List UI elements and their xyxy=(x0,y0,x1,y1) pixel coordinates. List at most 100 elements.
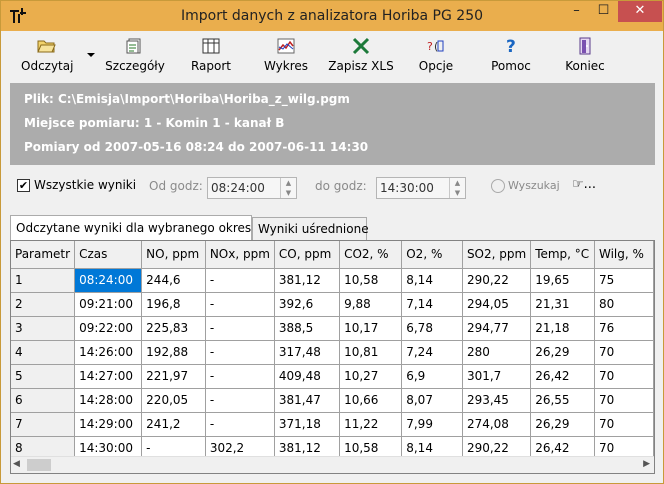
read-dropdown-arrow-icon[interactable] xyxy=(87,53,95,57)
table-row[interactable]: 4 14:26:00 192,88-317,48 10,81 7,24 280 26,29 7… xyxy=(11,340,654,365)
table-cell[interactable]: 274,08 xyxy=(462,412,532,437)
report-button[interactable]: Raport xyxy=(188,37,234,79)
table-cell[interactable]: 76 xyxy=(594,316,654,341)
table-cell[interactable]: - xyxy=(205,316,275,341)
table-cell[interactable]: 192,88 xyxy=(141,340,206,365)
all-results-checkbox[interactable]: ✔ xyxy=(17,179,30,192)
table-cell[interactable]: 70 xyxy=(594,364,654,389)
table-cell[interactable]: 6,78 xyxy=(401,316,463,341)
table-cell[interactable]: 70 xyxy=(594,340,654,365)
table-cell[interactable]: 294,77 xyxy=(462,316,532,341)
column-header[interactable]: Temp, °C xyxy=(530,241,595,269)
spin-up-icon[interactable]: ▲ xyxy=(450,178,465,188)
table-cell[interactable]: 225,83 xyxy=(141,316,206,341)
table-row[interactable]: 6 14:28:00 220,05-381,47 10,66 8,07 293,45 26,… xyxy=(11,388,654,413)
table-cell[interactable]: 26,29 xyxy=(530,412,595,437)
table-cell[interactable]: 26,29 xyxy=(530,340,595,365)
table-cell[interactable]: 70 xyxy=(594,388,654,413)
spin-down-icon[interactable]: ▼ xyxy=(450,188,465,198)
table-cell[interactable]: 26,42 xyxy=(530,364,595,389)
table-cell[interactable]: 6,9 xyxy=(401,364,463,389)
table-cell[interactable]: 14:28:00 xyxy=(74,388,143,413)
table-cell[interactable]: 09:22:00 xyxy=(74,316,143,341)
maximize-button[interactable]: ☐ xyxy=(590,1,617,22)
options-button[interactable]: ? ( Opcje xyxy=(413,37,459,79)
column-header[interactable]: Czas xyxy=(74,241,143,269)
column-header[interactable]: SO2, ppm xyxy=(462,241,532,269)
table-cell[interactable]: - xyxy=(205,340,275,365)
table-cell[interactable]: 10,17 xyxy=(339,316,403,341)
exit-button[interactable]: Koniec xyxy=(562,37,608,79)
table-cell[interactable]: 14:29:00 xyxy=(74,412,143,437)
table-cell[interactable]: 371,18 xyxy=(274,412,341,437)
to-time-spinner[interactable]: ▲ ▼ xyxy=(449,178,465,198)
chart-button[interactable]: Wykres xyxy=(261,37,311,79)
table-cell[interactable]: 9,88 xyxy=(339,292,403,317)
tab-read-results[interactable]: Odczytane wyniki dla wybranego okresu xyxy=(10,215,259,240)
scroll-left-icon[interactable]: ◀ xyxy=(13,459,20,469)
details-button[interactable]: Szczegóły xyxy=(105,37,165,79)
table-cell[interactable]: 19,65 xyxy=(530,268,595,293)
from-time-spinner[interactable]: ▲ ▼ xyxy=(280,178,296,198)
table-cell[interactable]: 294,05 xyxy=(462,292,532,317)
row-header-cell[interactable]: 7 xyxy=(11,412,76,437)
table-cell[interactable]: 392,6 xyxy=(274,292,341,317)
row-header-cell[interactable]: 4 xyxy=(11,340,76,365)
table-cell[interactable]: 7,24 xyxy=(401,340,463,365)
table-cell[interactable]: 26,55 xyxy=(530,388,595,413)
save-xls-button[interactable]: Zapisz XLS xyxy=(325,37,397,79)
table-cell[interactable]: 280 xyxy=(462,340,532,365)
minimize-button[interactable]: – xyxy=(563,1,590,22)
to-time-input[interactable]: 14:30:00 ▲ ▼ xyxy=(376,177,466,199)
table-cell[interactable]: - xyxy=(205,292,275,317)
table-row[interactable]: 7 14:29:00 241,2-371,18 11,22 7,99 274,08 26,2… xyxy=(11,412,654,437)
table-row[interactable]: 2 09:21:00 196,8-392,6 9,88 7,14 294,05 21,31 8… xyxy=(11,292,654,317)
table-cell[interactable]: 290,22 xyxy=(462,268,532,293)
column-header[interactable]: Wilg, % xyxy=(594,241,654,269)
all-results-label[interactable]: Wszystkie wyniki xyxy=(34,178,136,192)
table-cell[interactable]: 10,81 xyxy=(339,340,403,365)
spin-up-icon[interactable]: ▲ xyxy=(281,178,296,188)
table-cell[interactable]: 08:24:00 xyxy=(74,268,143,293)
scroll-right-icon[interactable]: ▶ xyxy=(643,459,650,469)
column-header[interactable]: NOx, ppm xyxy=(205,241,275,269)
column-header[interactable]: Parametr xyxy=(11,241,76,269)
table-cell[interactable]: 244,6 xyxy=(141,268,206,293)
column-header[interactable]: NO, ppm xyxy=(141,241,206,269)
table-cell[interactable]: 388,5 xyxy=(274,316,341,341)
table-cell[interactable]: 09:21:00 xyxy=(74,292,143,317)
table-cell[interactable]: 21,31 xyxy=(530,292,595,317)
column-header[interactable]: O2, % xyxy=(401,241,463,269)
horizontal-scrollbar[interactable]: ◀ ▶ xyxy=(11,456,654,473)
table-cell[interactable]: 220,05 xyxy=(141,388,206,413)
row-header-cell[interactable]: 1 xyxy=(11,268,76,293)
table-cell[interactable]: 381,12 xyxy=(274,268,341,293)
scrollbar-thumb[interactable] xyxy=(27,459,51,471)
spin-down-icon[interactable]: ▼ xyxy=(281,188,296,198)
table-cell[interactable]: 80 xyxy=(594,292,654,317)
table-cell[interactable]: 70 xyxy=(594,412,654,437)
table-cell[interactable]: 241,2 xyxy=(141,412,206,437)
table-cell[interactable]: - xyxy=(205,388,275,413)
table-cell[interactable]: 75 xyxy=(594,268,654,293)
table-cell[interactable]: 221,97 xyxy=(141,364,206,389)
table-cell[interactable]: 10,58 xyxy=(339,268,403,293)
table-cell[interactable]: 10,66 xyxy=(339,388,403,413)
table-cell[interactable]: 11,22 xyxy=(339,412,403,437)
table-cell[interactable]: 14:26:00 xyxy=(74,340,143,365)
tab-averaged-results[interactable]: Wyniki uśrednione xyxy=(252,217,369,241)
read-button[interactable]: Odczytaj xyxy=(21,37,73,79)
table-cell[interactable]: 409,48 xyxy=(274,364,341,389)
table-cell[interactable]: 21,18 xyxy=(530,316,595,341)
table-cell[interactable]: 14:27:00 xyxy=(74,364,143,389)
results-grid[interactable]: Parametr Czas NO, ppm NOx, ppm CO, ppm CO2, %… xyxy=(10,240,655,474)
row-header-cell[interactable]: 6 xyxy=(11,388,76,413)
row-header-cell[interactable]: 3 xyxy=(11,316,76,341)
search-button[interactable]: Wyszukaj xyxy=(491,179,560,193)
table-cell[interactable]: 7,99 xyxy=(401,412,463,437)
row-header-cell[interactable]: 5 xyxy=(11,364,76,389)
table-cell[interactable]: - xyxy=(205,268,275,293)
column-header[interactable]: CO, ppm xyxy=(274,241,341,269)
table-cell[interactable]: 8,07 xyxy=(401,388,463,413)
column-header[interactable]: CO2, % xyxy=(339,241,403,269)
